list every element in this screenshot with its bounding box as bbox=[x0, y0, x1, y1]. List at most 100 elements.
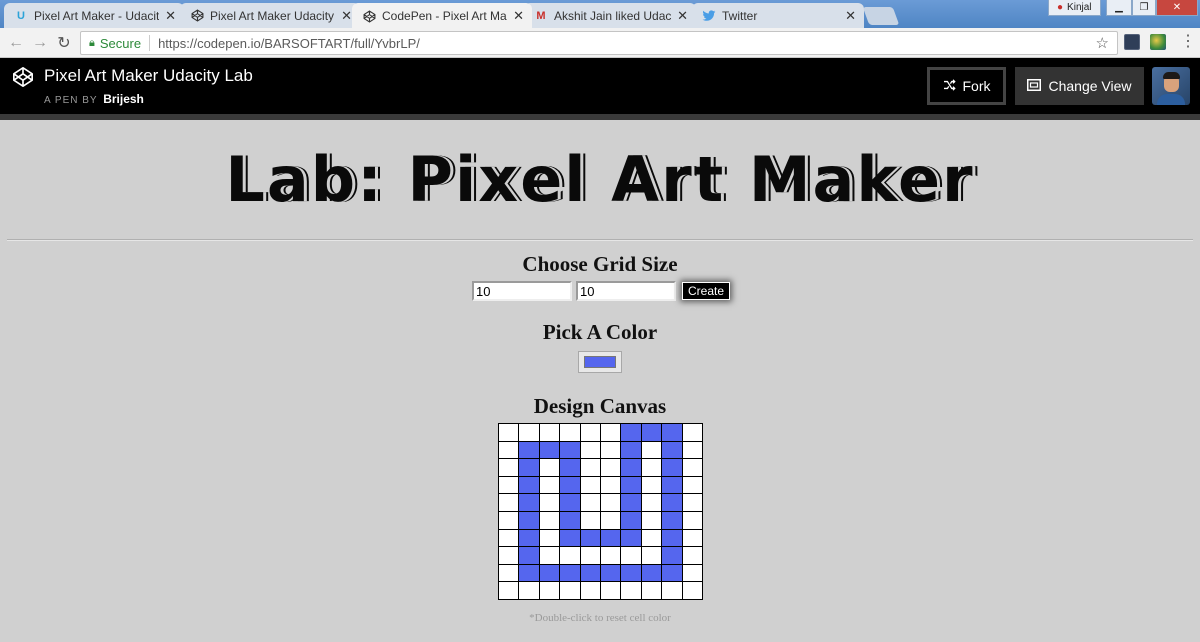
canvas-cell[interactable] bbox=[518, 581, 540, 600]
canvas-cell[interactable] bbox=[681, 546, 703, 565]
canvas-cell[interactable] bbox=[579, 546, 601, 565]
canvas-cell[interactable] bbox=[681, 493, 703, 512]
canvas-cell[interactable] bbox=[661, 440, 683, 460]
canvas-cell[interactable] bbox=[538, 581, 561, 600]
grid-height-input[interactable] bbox=[472, 281, 572, 301]
extension-icon[interactable] bbox=[1124, 34, 1140, 50]
canvas-cell[interactable] bbox=[599, 475, 622, 495]
browser-tab-gmail[interactable]: M Akshit Jain liked Udacity I ✕ bbox=[524, 3, 696, 28]
canvas-cell[interactable] bbox=[599, 493, 622, 512]
canvas-cell[interactable] bbox=[559, 581, 581, 600]
canvas-cell[interactable] bbox=[497, 510, 520, 530]
codepen-logo-icon[interactable] bbox=[12, 66, 34, 88]
canvas-cell[interactable] bbox=[497, 458, 520, 477]
browser-profile[interactable]: ● Kinjal bbox=[1048, 0, 1101, 16]
canvas-cell[interactable] bbox=[518, 458, 540, 477]
browser-tab-codepen-lab[interactable]: Pixel Art Maker Udacity L ✕ bbox=[180, 3, 360, 28]
canvas-cell[interactable] bbox=[681, 563, 703, 583]
canvas-cell[interactable] bbox=[599, 563, 622, 583]
reload-icon[interactable]: ↻ bbox=[54, 33, 74, 53]
canvas-cell[interactable] bbox=[538, 458, 561, 477]
canvas-cell[interactable] bbox=[497, 546, 520, 565]
canvas-cell[interactable] bbox=[599, 546, 622, 565]
canvas-cell[interactable] bbox=[599, 581, 622, 600]
grid-width-input[interactable] bbox=[576, 281, 676, 301]
canvas-cell[interactable] bbox=[661, 528, 683, 548]
canvas-cell[interactable] bbox=[518, 440, 540, 460]
canvas-cell[interactable] bbox=[681, 510, 703, 530]
canvas-cell[interactable] bbox=[640, 423, 663, 442]
canvas-cell[interactable] bbox=[497, 493, 520, 512]
canvas-cell[interactable] bbox=[620, 458, 642, 477]
canvas-cell[interactable] bbox=[579, 475, 601, 495]
canvas-cell[interactable] bbox=[620, 563, 642, 583]
canvas-cell[interactable] bbox=[681, 423, 703, 442]
canvas-cell[interactable] bbox=[661, 546, 683, 565]
canvas-cell[interactable] bbox=[661, 563, 683, 583]
canvas-cell[interactable] bbox=[579, 440, 601, 460]
canvas-cell[interactable] bbox=[518, 510, 540, 530]
canvas-cell[interactable] bbox=[497, 475, 520, 495]
browser-menu-icon[interactable]: ⋮ bbox=[1180, 34, 1196, 50]
canvas-cell[interactable] bbox=[599, 458, 622, 477]
canvas-cell[interactable] bbox=[559, 475, 581, 495]
canvas-cell[interactable] bbox=[559, 493, 581, 512]
canvas-cell[interactable] bbox=[620, 528, 642, 548]
canvas-cell[interactable] bbox=[599, 528, 622, 548]
canvas-cell[interactable] bbox=[538, 546, 561, 565]
canvas-cell[interactable] bbox=[579, 563, 601, 583]
close-icon[interactable]: ✕ bbox=[845, 8, 856, 24]
restore-button[interactable]: ❐ bbox=[1132, 0, 1156, 16]
canvas-cell[interactable] bbox=[518, 475, 540, 495]
fork-button[interactable]: Fork bbox=[927, 67, 1006, 105]
bookmark-star-icon[interactable]: ☆ bbox=[1096, 34, 1109, 52]
canvas-cell[interactable] bbox=[640, 581, 663, 600]
close-icon[interactable]: ✕ bbox=[513, 8, 524, 24]
canvas-cell[interactable] bbox=[518, 528, 540, 548]
canvas-cell[interactable] bbox=[620, 423, 642, 442]
close-icon[interactable]: ✕ bbox=[165, 8, 176, 24]
canvas-cell[interactable] bbox=[661, 423, 683, 442]
canvas-cell[interactable] bbox=[599, 510, 622, 530]
canvas-cell[interactable] bbox=[640, 493, 663, 512]
canvas-cell[interactable] bbox=[559, 510, 581, 530]
canvas-cell[interactable] bbox=[538, 475, 561, 495]
canvas-cell[interactable] bbox=[559, 546, 581, 565]
canvas-cell[interactable] bbox=[579, 581, 601, 600]
change-view-button[interactable]: Change View bbox=[1015, 67, 1144, 105]
canvas-cell[interactable] bbox=[640, 510, 663, 530]
canvas-cell[interactable] bbox=[661, 493, 683, 512]
canvas-cell[interactable] bbox=[640, 458, 663, 477]
canvas-cell[interactable] bbox=[681, 440, 703, 460]
close-icon[interactable]: ✕ bbox=[677, 8, 688, 24]
canvas-cell[interactable] bbox=[620, 475, 642, 495]
canvas-cell[interactable] bbox=[497, 563, 520, 583]
canvas-cell[interactable] bbox=[538, 440, 561, 460]
canvas-cell[interactable] bbox=[518, 563, 540, 583]
canvas-cell[interactable] bbox=[579, 458, 601, 477]
canvas-cell[interactable] bbox=[640, 440, 663, 460]
canvas-cell[interactable] bbox=[538, 563, 561, 583]
canvas-cell[interactable] bbox=[661, 581, 683, 600]
canvas-cell[interactable] bbox=[538, 423, 561, 442]
canvas-cell[interactable] bbox=[579, 423, 601, 442]
extension-globe-icon[interactable] bbox=[1150, 34, 1166, 50]
canvas-cell[interactable] bbox=[518, 493, 540, 512]
create-button[interactable]: Create bbox=[682, 282, 730, 300]
minimize-button[interactable]: ▁ bbox=[1106, 0, 1132, 16]
canvas-cell[interactable] bbox=[559, 440, 581, 460]
back-arrow-icon[interactable]: ← bbox=[6, 33, 26, 53]
canvas-cell[interactable] bbox=[559, 528, 581, 548]
canvas-cell[interactable] bbox=[661, 458, 683, 477]
canvas-cell[interactable] bbox=[620, 546, 642, 565]
forward-arrow-icon[interactable]: → bbox=[30, 33, 50, 53]
canvas-cell[interactable] bbox=[640, 528, 663, 548]
canvas-cell[interactable] bbox=[640, 546, 663, 565]
canvas-cell[interactable] bbox=[559, 563, 581, 583]
canvas-cell[interactable] bbox=[620, 581, 642, 600]
canvas-cell[interactable] bbox=[518, 546, 540, 565]
canvas-cell[interactable] bbox=[497, 423, 520, 442]
canvas-cell[interactable] bbox=[661, 510, 683, 530]
browser-tab-codepen-active[interactable]: CodePen - Pixel Art Make ✕ bbox=[352, 3, 532, 29]
canvas-cell[interactable] bbox=[681, 475, 703, 495]
